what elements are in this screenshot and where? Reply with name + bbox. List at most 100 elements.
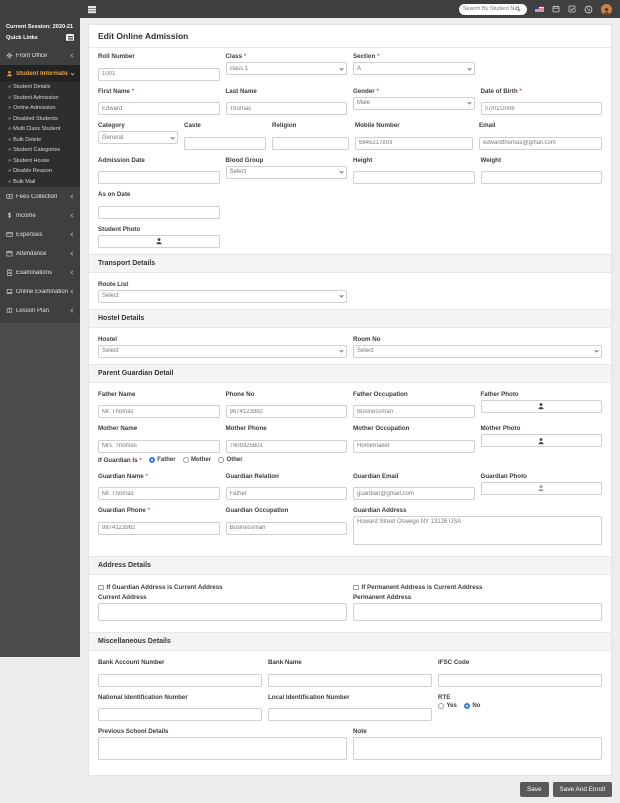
chevron-down-icon <box>466 65 472 71</box>
radio-icon <box>438 702 444 709</box>
field-email: Email <box>479 119 602 150</box>
save-button[interactable]: Save <box>519 782 549 797</box>
field-father-occupation: Father Occupation <box>353 388 475 418</box>
sidebar-item-expenses[interactable]: Expenses <box>0 225 80 244</box>
category-select[interactable]: General <box>98 131 178 144</box>
sidebar-item-lesson-plan[interactable]: Lesson Plan <box>0 301 80 320</box>
roll-number-input[interactable] <box>98 67 220 81</box>
sidebar-subitem-online-admission[interactable]: Online Admission <box>0 103 80 114</box>
mother-photo-upload[interactable] <box>480 434 602 447</box>
sidebar-subitem-disable-reason[interactable]: Disable Reason <box>0 166 80 177</box>
mobile-number-input[interactable] <box>355 136 473 150</box>
guardian-email-input[interactable] <box>353 487 475 500</box>
guardian-name-input[interactable] <box>98 487 220 500</box>
sidebar-item-front-office[interactable]: Front Office <box>0 46 80 65</box>
last-name-input[interactable] <box>225 102 347 115</box>
radio-guardian-other[interactable]: Other <box>218 457 243 463</box>
bank-name-input[interactable] <box>268 673 432 687</box>
guardian-address-textarea[interactable] <box>353 516 602 545</box>
guardian-photo-upload[interactable] <box>480 481 602 495</box>
mother-occupation-input[interactable] <box>353 439 475 453</box>
permanent-address-textarea[interactable] <box>353 603 602 621</box>
first-name-input[interactable] <box>98 102 220 115</box>
ifsc-code-input[interactable] <box>438 673 602 687</box>
sidebar-item-income[interactable]: Income <box>0 206 80 225</box>
email-input[interactable] <box>479 136 602 150</box>
sidebar-subitem-student-admission[interactable]: Student Admission <box>0 93 80 104</box>
calendar-icon[interactable] <box>552 5 560 13</box>
room-no-select[interactable]: Select <box>353 344 602 358</box>
section-select[interactable]: A <box>353 62 475 75</box>
quick-links-icon[interactable] <box>66 34 74 41</box>
radio-rte-no[interactable]: No <box>463 702 480 709</box>
bank-account-number-input[interactable] <box>98 673 262 687</box>
guardian-occupation-input[interactable] <box>225 521 347 535</box>
date-of-birth-input[interactable] <box>480 102 602 115</box>
father-phone-input[interactable] <box>225 405 347 418</box>
hamburger-menu-icon[interactable] <box>88 6 96 8</box>
checkbox-icon[interactable] <box>98 584 104 591</box>
field-national-identification-number: National Identification Number <box>98 691 262 721</box>
search-input[interactable] <box>463 6 515 12</box>
sidebar-subitem-disabled-students[interactable]: Disabled Students <box>0 114 80 125</box>
sidebar-subitem-student-categories[interactable]: Student Categories <box>0 145 80 156</box>
student-photo-upload[interactable] <box>98 234 220 248</box>
caste-input[interactable] <box>184 136 266 150</box>
save-and-enroll-button[interactable]: Save And Enroll <box>552 782 612 797</box>
national-id-input[interactable] <box>98 708 262 721</box>
user-avatar[interactable] <box>601 3 612 15</box>
phone-chat-icon[interactable] <box>584 5 593 14</box>
mother-phone-input[interactable] <box>225 439 347 453</box>
select-value: Select <box>102 348 119 354</box>
tasks-icon[interactable] <box>568 5 576 13</box>
gender-select[interactable]: Male <box>353 96 475 110</box>
field-label: Class <box>226 53 348 60</box>
guardian-phone-input[interactable] <box>98 521 220 535</box>
sidebar-subitem-bulk-mail[interactable]: Bulk Mail <box>0 177 80 188</box>
wallet-icon <box>6 232 13 237</box>
chevron-left-icon <box>70 213 75 218</box>
radio-rte-yes[interactable]: Yes <box>438 702 457 709</box>
sidebar-subitem-multi-class-student[interactable]: Multi Class Student <box>0 124 80 135</box>
double-arrow-icon <box>8 95 11 101</box>
sidebar-item-online-examinations[interactable]: Online Examinations <box>0 282 80 301</box>
sidebar-item-student-information[interactable]: Student Information <box>0 65 80 82</box>
book-icon <box>6 307 13 314</box>
sidebar-subitem-student-house[interactable]: Student House <box>0 156 80 167</box>
checkbox-icon[interactable] <box>353 584 359 591</box>
mother-name-input[interactable] <box>98 439 220 453</box>
language-flag-icon[interactable] <box>535 6 544 12</box>
note-textarea[interactable] <box>353 737 602 760</box>
father-name-input[interactable] <box>98 405 220 418</box>
dollar-icon <box>7 212 12 219</box>
father-occupation-input[interactable] <box>353 405 475 418</box>
sidebar-subitem-student-details[interactable]: Student Details <box>0 82 80 93</box>
route-list-select[interactable]: Select <box>98 289 347 303</box>
field-admission-date: Admission Date <box>98 154 220 184</box>
father-photo-upload[interactable] <box>480 399 602 413</box>
sidebar-item-fees-collection[interactable]: Fees Collection <box>0 187 80 206</box>
guardian-relation-input[interactable] <box>225 487 347 500</box>
field-label: Religion <box>272 122 297 129</box>
radio-selected-icon <box>463 702 470 709</box>
radio-guardian-father[interactable]: Father <box>148 457 176 463</box>
height-input[interactable] <box>353 171 475 184</box>
current-address-textarea[interactable] <box>98 603 347 621</box>
field-label: Caste <box>184 122 201 129</box>
field-bank-account-number: Bank Account Number <box>98 656 262 687</box>
previous-school-textarea[interactable] <box>98 737 347 760</box>
blood-group-select[interactable]: Select <box>225 165 347 179</box>
sidebar-item-attendance[interactable]: Attendance <box>0 244 80 263</box>
local-id-input[interactable] <box>268 708 432 721</box>
weight-input[interactable] <box>480 171 602 184</box>
search-icon[interactable] <box>515 6 521 12</box>
field-caste: Caste <box>184 119 266 150</box>
as-on-date-input[interactable] <box>98 205 220 219</box>
admission-date-input[interactable] <box>98 171 220 184</box>
sidebar-subitem-bulk-delete[interactable]: Bulk Delete <box>0 135 80 146</box>
radio-guardian-mother[interactable]: Mother <box>182 457 211 463</box>
religion-input[interactable] <box>272 136 349 150</box>
hostel-select[interactable]: Select <box>98 344 347 358</box>
sidebar-item-examinations[interactable]: Examinations <box>0 263 80 282</box>
class-select[interactable]: class 1 <box>225 62 347 75</box>
